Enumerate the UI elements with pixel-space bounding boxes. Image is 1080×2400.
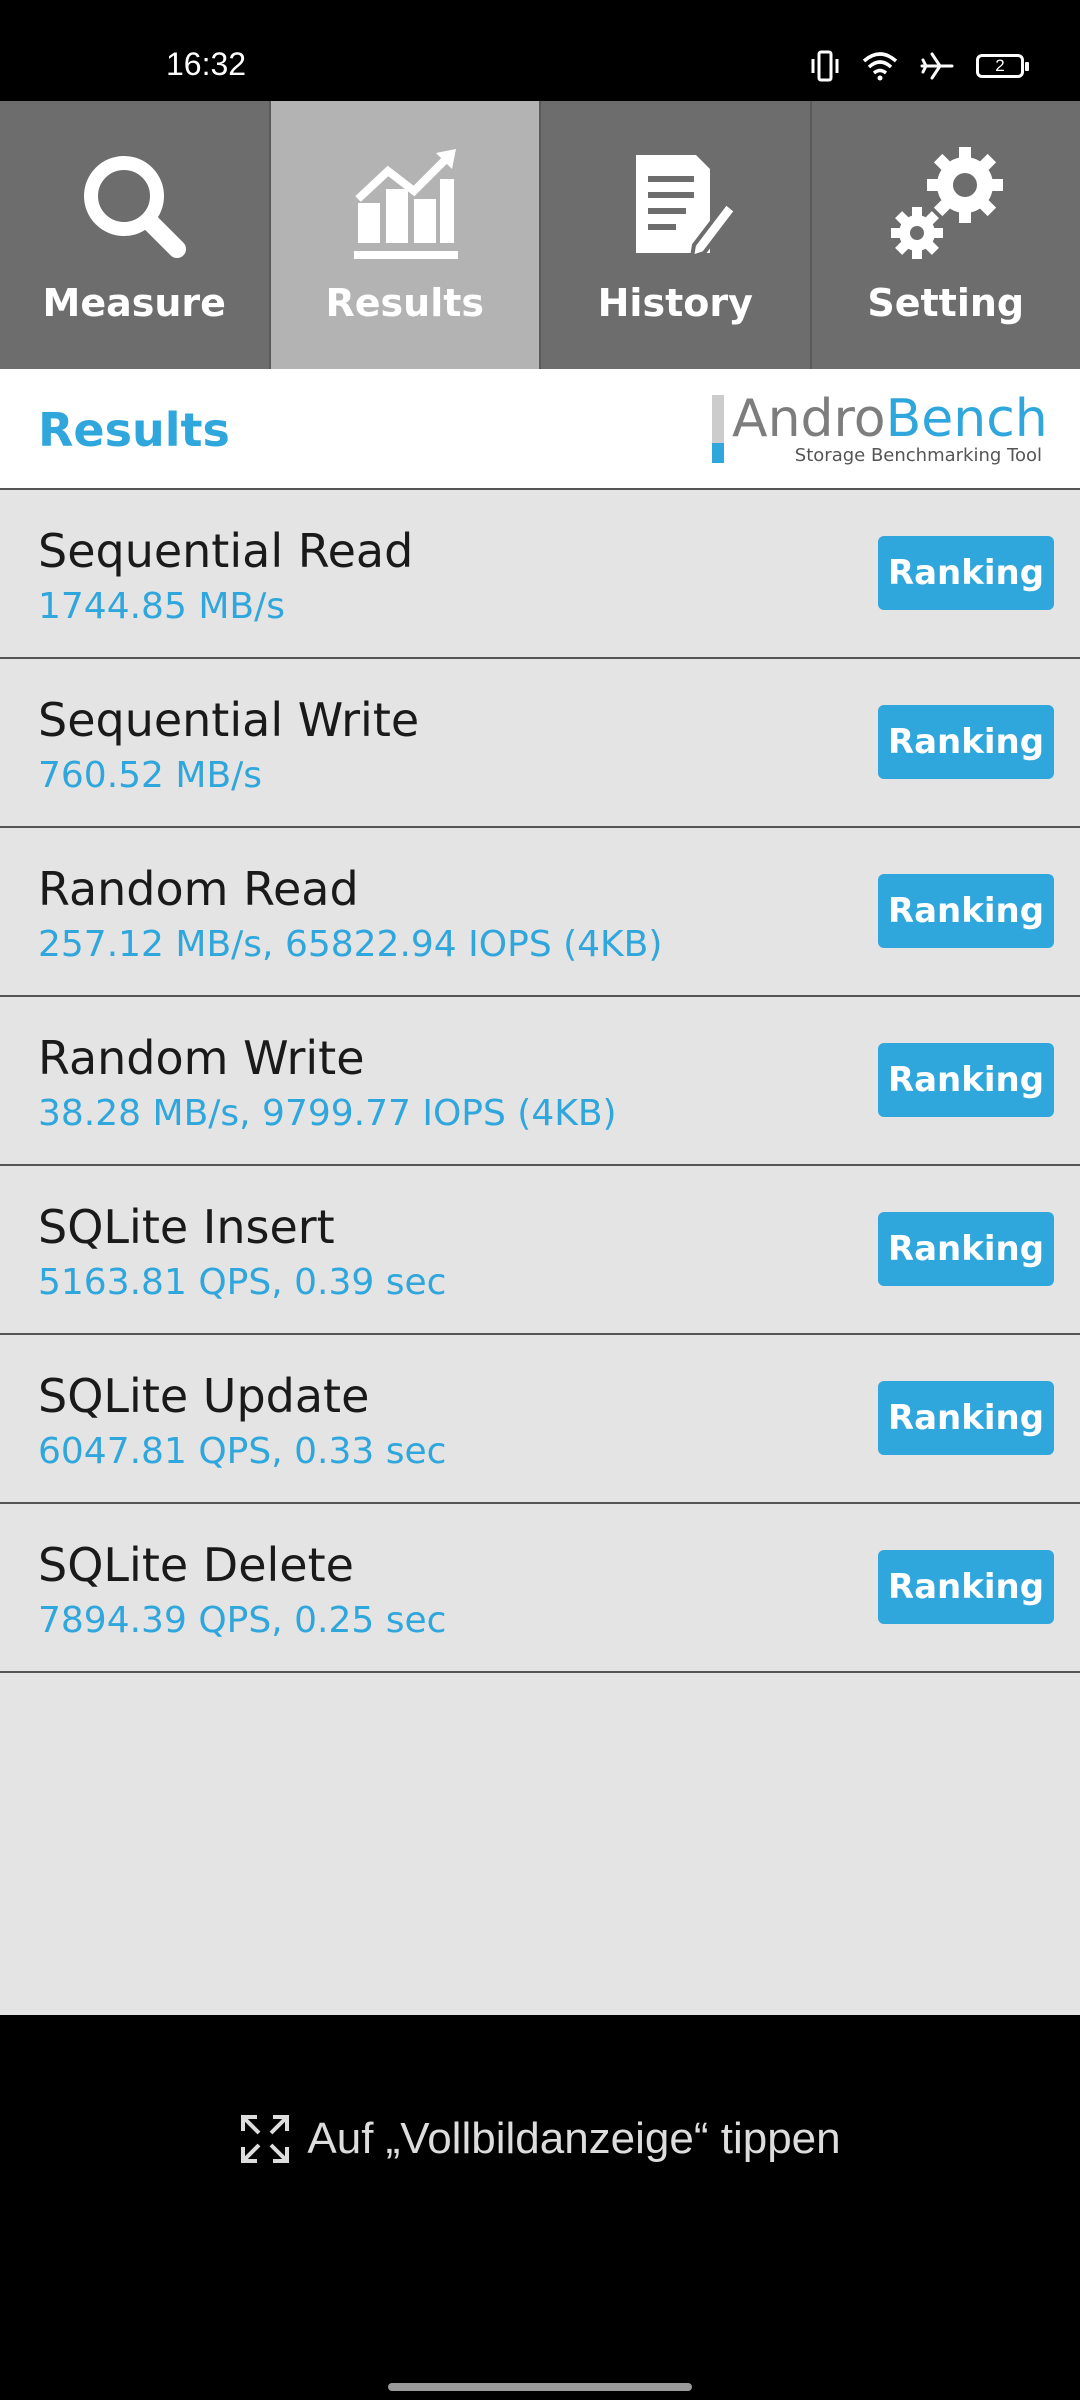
logo-bar-accent: [712, 443, 724, 463]
result-title: Sequential Write: [38, 693, 420, 747]
ranking-button[interactable]: Ranking: [878, 1381, 1054, 1455]
result-value: 6047.81 QPS, 0.33 sec: [38, 1431, 447, 1472]
ranking-button[interactable]: Ranking: [878, 874, 1054, 948]
result-row-random-write: Random Write 38.28 MB/s, 9799.77 IOPS (4…: [0, 997, 1080, 1166]
tab-setting[interactable]: Setting: [811, 101, 1080, 369]
result-value: 38.28 MB/s, 9799.77 IOPS (4KB): [38, 1093, 617, 1134]
result-row-random-read: Random Read 257.12 MB/s, 65822.94 IOPS (…: [0, 828, 1080, 997]
tab-label: Results: [325, 281, 484, 325]
chart-icon: [353, 149, 458, 259]
result-title: SQLite Update: [38, 1369, 370, 1423]
tab-history[interactable]: History: [541, 101, 812, 369]
battery-level: 2: [995, 56, 1005, 75]
tab-label: Setting: [867, 281, 1025, 325]
result-title: Sequential Read: [38, 524, 414, 578]
status-time: 16:32: [166, 46, 247, 82]
wifi-icon: [862, 52, 898, 81]
document-icon: [636, 155, 740, 260]
result-title: SQLite Insert: [38, 1200, 335, 1254]
ranking-button[interactable]: Ranking: [878, 1550, 1054, 1624]
result-title: Random Write: [38, 1031, 365, 1085]
ranking-button[interactable]: Ranking: [878, 536, 1054, 610]
result-value: 760.52 MB/s: [38, 755, 263, 796]
system-bottom-area: Auf „Vollbildanzeige“ tippen: [0, 2015, 1080, 2400]
result-value: 5163.81 QPS, 0.39 sec: [38, 1262, 447, 1303]
gears-icon: [890, 147, 1003, 259]
logo-bar: [712, 395, 724, 443]
logo-name-part1: Andro: [732, 389, 886, 449]
androbench-logo: AndroBench Storage Benchmarking Tool: [712, 389, 1048, 466]
result-title: Random Read: [38, 862, 359, 916]
tab-results[interactable]: Results: [270, 101, 541, 369]
status-icons: 2: [810, 48, 1029, 84]
logo-name: AndroBench: [732, 389, 1048, 449]
ranking-button[interactable]: Ranking: [878, 1043, 1054, 1117]
logo-name-part2: Bench: [885, 389, 1048, 449]
status-bar: 16:32 2: [0, 0, 1080, 101]
results-list: Sequential Read 1744.85 MB/s Ranking Seq…: [0, 490, 1080, 2015]
search-icon: [84, 156, 187, 258]
tab-bar: Measure Results History Setting: [0, 101, 1080, 369]
fullscreen-hint[interactable]: Auf „Vollbildanzeige“ tippen: [0, 2113, 1080, 2165]
tab-label: History: [597, 281, 753, 325]
fullscreen-hint-text: Auf „Vollbildanzeige“ tippen: [307, 2114, 841, 2163]
page-title: Results: [38, 403, 230, 457]
result-value: 7894.39 QPS, 0.25 sec: [38, 1600, 447, 1641]
result-row-sqlite-delete: SQLite Delete 7894.39 QPS, 0.25 sec Rank…: [0, 1504, 1080, 1673]
tab-measure[interactable]: Measure: [0, 101, 271, 369]
fullscreen-icon: [241, 2115, 290, 2163]
vibrate-icon: [811, 50, 839, 82]
result-title: SQLite Delete: [38, 1538, 354, 1592]
airplane-icon: [920, 52, 954, 80]
battery-icon: 2: [976, 54, 1029, 78]
result-value: 1744.85 MB/s: [38, 586, 285, 627]
results-header: Results AndroBench Storage Benchmarking …: [0, 369, 1080, 490]
gesture-nav-handle[interactable]: [388, 2383, 692, 2391]
ranking-button[interactable]: Ranking: [878, 1212, 1054, 1286]
result-row-sqlite-update: SQLite Update 6047.81 QPS, 0.33 sec Rank…: [0, 1335, 1080, 1504]
result-row-sequential-write: Sequential Write 760.52 MB/s Ranking: [0, 659, 1080, 828]
logo-subtitle: Storage Benchmarking Tool: [794, 445, 1042, 466]
result-row-sequential-read: Sequential Read 1744.85 MB/s Ranking: [0, 490, 1080, 659]
tab-label: Measure: [42, 281, 226, 325]
result-row-sqlite-insert: SQLite Insert 5163.81 QPS, 0.39 sec Rank…: [0, 1166, 1080, 1335]
ranking-button[interactable]: Ranking: [878, 705, 1054, 779]
result-value: 257.12 MB/s, 65822.94 IOPS (4KB): [38, 924, 663, 965]
